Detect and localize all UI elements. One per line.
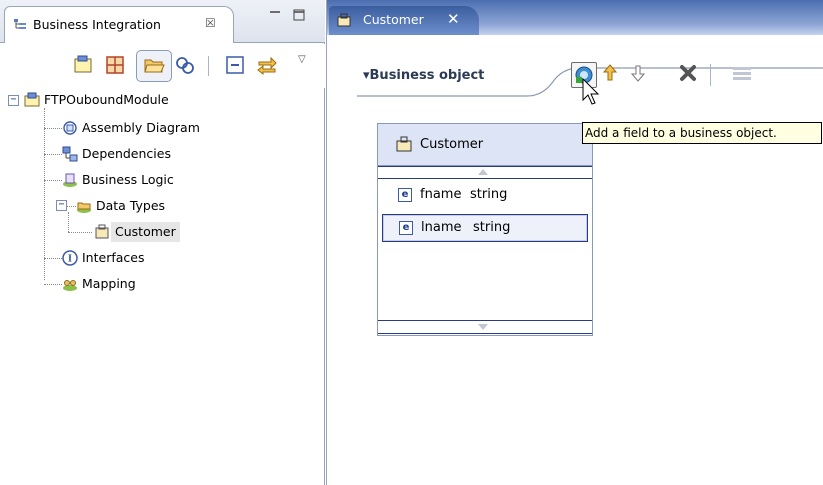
move-up-icon[interactable] (603, 64, 617, 82)
element-icon: e (399, 221, 413, 235)
tree-item-dependencies[interactable]: Dependencies (62, 144, 302, 164)
business-object-icon (396, 136, 412, 152)
view-toolbar (0, 44, 325, 88)
business-object-editor: Customer ✕ ▾Business object Customer e f… (326, 0, 823, 485)
field-name: fname (420, 187, 462, 202)
business-object-box: Customer e fname string e lname string (377, 123, 593, 336)
minimize-icon[interactable] (268, 8, 282, 22)
tree-connector (44, 258, 62, 259)
data-types-icon (77, 202, 91, 213)
grid-icon[interactable] (104, 54, 126, 76)
open-folder-icon[interactable] (143, 54, 165, 76)
tree-item-assembly-diagram[interactable]: Assembly Diagram (62, 118, 302, 138)
new-module-icon[interactable] (72, 54, 94, 76)
business-object-icon (95, 224, 109, 239)
field-type: string (473, 220, 511, 235)
mapping-icon (63, 280, 77, 291)
maximize-icon[interactable] (292, 8, 306, 22)
scroll-up-button[interactable] (378, 166, 592, 179)
close-icon[interactable]: ✕ (447, 10, 460, 28)
tree-connector (44, 108, 45, 280)
view-menu-chevron-icon[interactable]: ▽ (298, 54, 306, 65)
tree-connector (44, 128, 62, 129)
business-object-header[interactable]: Customer (378, 124, 592, 166)
field-name: lname (421, 220, 462, 235)
tree-item-interfaces[interactable]: I Interfaces (62, 248, 302, 268)
field-row[interactable]: e fname string (382, 182, 588, 210)
sync-icon[interactable] (256, 54, 278, 76)
hierarchy-icon (14, 19, 26, 29)
editor-tab-bar: Customer ✕ (327, 0, 823, 35)
module-icon (24, 92, 40, 107)
tree-item-customer[interactable]: Customer (94, 222, 224, 242)
element-icon: e (398, 188, 412, 202)
tree-connector (44, 284, 62, 285)
business-logic-icon (63, 173, 77, 187)
section-title[interactable]: ▾Business object (363, 68, 484, 83)
customer-editor-tab[interactable]: Customer ✕ (329, 6, 479, 35)
move-down-icon[interactable] (631, 64, 645, 82)
view-tab-bar: Business Integration ☒ (0, 0, 325, 43)
svg-text:I: I (68, 255, 72, 265)
tree-item-data-types[interactable]: Data Types (76, 196, 296, 216)
tree-item-module[interactable]: FTPOuboundModule (24, 90, 284, 110)
module-collapse-toggle[interactable]: − (8, 95, 19, 106)
close-icon[interactable]: ☒ (205, 16, 216, 30)
assembly-diagram-icon (63, 121, 77, 135)
tree-connector (68, 212, 69, 232)
data-types-collapse-toggle[interactable]: − (56, 200, 67, 211)
scroll-down-button[interactable] (378, 320, 592, 334)
toolbar-separator (710, 64, 711, 86)
tree-connector (68, 232, 92, 233)
scroll-up-icon (478, 169, 488, 175)
field-type: string (470, 187, 508, 202)
tree-connector (66, 206, 76, 207)
field-row[interactable]: e lname string (382, 214, 588, 242)
mouse-pointer-icon (582, 78, 600, 105)
collapse-all-icon[interactable] (224, 54, 246, 76)
tree-connector (44, 180, 62, 181)
tree-item-business-logic[interactable]: Business Logic (62, 170, 302, 190)
dependencies-icon (62, 146, 78, 162)
tree-connector (44, 154, 62, 155)
view-title: Business Integration (33, 17, 161, 32)
show-properties-icon[interactable] (732, 64, 752, 82)
tooltip: Add a field to a business object. (582, 122, 822, 144)
delete-icon[interactable] (679, 64, 697, 82)
business-integration-tab[interactable]: Business Integration ☒ (4, 6, 234, 43)
toolbar-separator (208, 56, 209, 76)
business-object-name: Customer (420, 137, 484, 152)
interfaces-icon: I (62, 250, 78, 266)
tree-item-mapping[interactable]: Mapping (62, 274, 302, 294)
scroll-down-icon (478, 324, 488, 330)
link-icon[interactable] (174, 54, 196, 76)
business-integration-view: Business Integration ☒ ▽ − FTPOuboundMod… (0, 0, 325, 485)
business-object-icon (337, 13, 351, 27)
